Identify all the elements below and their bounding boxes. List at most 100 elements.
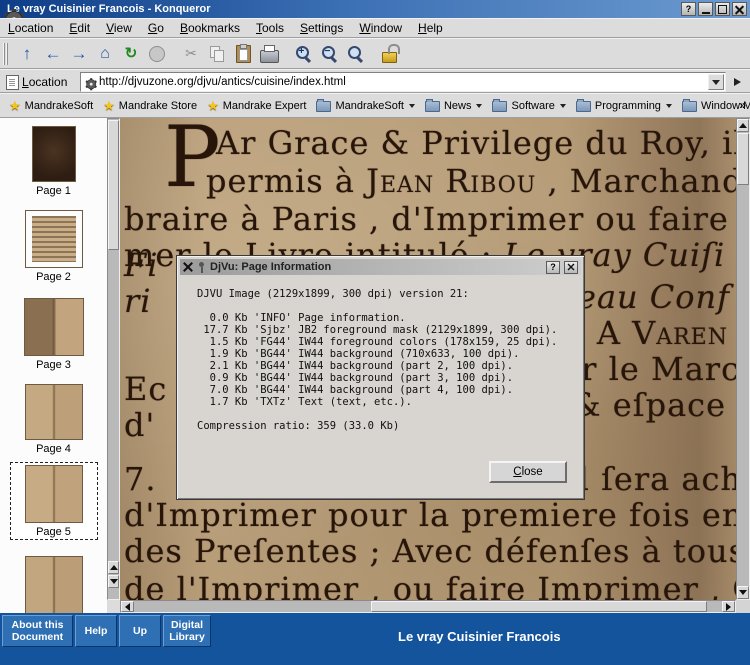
thumbnail-page-2[interactable] bbox=[25, 210, 83, 268]
find-button[interactable] bbox=[342, 41, 368, 67]
back-button[interactable]: ← bbox=[40, 41, 66, 67]
go-button[interactable] bbox=[730, 75, 744, 89]
scrollbar-thumb[interactable] bbox=[108, 120, 119, 250]
window-titlebar[interactable]: Le vray Cuisinier Francois - Konqueror ? bbox=[0, 0, 750, 18]
cut-icon: ✂ bbox=[185, 45, 197, 62]
about-this-document-button[interactable]: About this Document bbox=[2, 615, 73, 647]
dialog-close-button[interactable] bbox=[564, 261, 578, 274]
menu-tools[interactable]: Tools bbox=[248, 19, 292, 37]
scroll-down-button[interactable] bbox=[737, 586, 749, 599]
up-button[interactable]: Up bbox=[119, 615, 161, 647]
print-icon bbox=[260, 50, 279, 63]
thumbnail-label: Page 3 bbox=[36, 359, 71, 371]
scrollbar-corner bbox=[736, 600, 750, 613]
dialog-titlebar[interactable]: DjVu: Page Information ? bbox=[180, 259, 581, 275]
close-button[interactable] bbox=[732, 2, 747, 16]
info-line bbox=[197, 300, 576, 312]
thumbnail-page-1[interactable] bbox=[32, 126, 76, 182]
location-icon bbox=[6, 75, 19, 90]
maximize-button[interactable] bbox=[715, 2, 730, 16]
paste-icon bbox=[236, 45, 251, 63]
info-line: 0.9 Kb 'BG44' IW44 background (part 3, 1… bbox=[197, 372, 576, 384]
security-button[interactable] bbox=[376, 41, 402, 67]
home-icon: ⌂ bbox=[100, 46, 110, 62]
toolbar-drag-handle[interactable] bbox=[3, 43, 9, 65]
thumbnail-pane: Page 1 Page 2 Page 3 Page 4 Page 5 bbox=[0, 118, 107, 613]
forward-icon: → bbox=[71, 45, 88, 62]
folder-icon bbox=[316, 101, 331, 112]
scrollbar-thumb[interactable] bbox=[371, 601, 707, 612]
bookmark-folder-software[interactable]: Software bbox=[487, 97, 570, 114]
menubar: Location Edit View Go Bookmarks Tools Se… bbox=[0, 18, 750, 38]
thumbnail-page-5[interactable] bbox=[25, 465, 83, 523]
thumbnail-page-3[interactable] bbox=[24, 298, 84, 356]
bookmark-mandrake-store[interactable]: ★Mandrake Store bbox=[98, 97, 202, 114]
chevron-down-icon bbox=[712, 80, 720, 85]
thumbnail-scrollbar[interactable] bbox=[107, 118, 120, 600]
forward-button[interactable]: → bbox=[66, 41, 92, 67]
scroll-down-button[interactable] bbox=[108, 575, 119, 588]
zoom-in-icon bbox=[295, 45, 312, 62]
location-toolbar: Location bbox=[0, 69, 750, 93]
zoom-in-button[interactable] bbox=[290, 41, 316, 67]
thumbnail-label: Page 2 bbox=[36, 271, 71, 283]
copy-button[interactable] bbox=[204, 41, 230, 67]
folder-icon bbox=[425, 101, 440, 112]
pushpin-icon bbox=[197, 261, 206, 274]
thumbnail-page-4[interactable] bbox=[25, 384, 83, 440]
url-combobox[interactable] bbox=[80, 72, 726, 92]
scrollbar-thumb[interactable] bbox=[737, 133, 749, 185]
zoom-out-button[interactable] bbox=[316, 41, 342, 67]
print-button[interactable] bbox=[256, 41, 282, 67]
info-line: 1.5 Kb 'FG44' IW44 foreground colors (17… bbox=[197, 336, 576, 348]
chevron-down-icon bbox=[560, 104, 566, 108]
up-button[interactable]: ↑ bbox=[14, 41, 40, 67]
vertical-scrollbar[interactable] bbox=[736, 118, 750, 600]
info-line: Compression ratio: 359 (33.0 Kb) bbox=[197, 420, 576, 432]
arrow-left-icon bbox=[125, 603, 130, 611]
menu-location[interactable]: Location bbox=[0, 19, 61, 37]
reload-button[interactable]: ↻ bbox=[118, 41, 144, 67]
thumbnail-cell bbox=[0, 556, 107, 613]
scroll-up-button[interactable] bbox=[737, 119, 749, 132]
menu-settings[interactable]: Settings bbox=[292, 19, 351, 37]
go-arrow-icon bbox=[734, 78, 741, 86]
bookmark-overflow-icon[interactable]: » bbox=[739, 98, 746, 112]
scroll-left-button[interactable] bbox=[121, 601, 134, 612]
menu-bookmarks[interactable]: Bookmarks bbox=[172, 19, 248, 37]
cut-button[interactable]: ✂ bbox=[178, 41, 204, 67]
bookmark-folder-programming[interactable]: Programming bbox=[571, 97, 677, 114]
digital-library-button[interactable]: Digital Library bbox=[163, 615, 211, 647]
info-line: 2.1 Kb 'BG44' IW44 background (part 2, 1… bbox=[197, 360, 576, 372]
home-button[interactable]: ⌂ bbox=[92, 41, 118, 67]
bookmark-mandrake-expert[interactable]: ★Mandrake Expert bbox=[202, 97, 311, 114]
konqueror-window: Le vray Cuisinier Francois - Konqueror ?… bbox=[0, 0, 750, 665]
menu-view[interactable]: View bbox=[98, 19, 140, 37]
dialog-help-button[interactable]: ? bbox=[546, 261, 560, 274]
thumbnail-page-6[interactable] bbox=[25, 556, 83, 613]
book-text-line: permis à Jean Ribou , Marchand bbox=[206, 162, 736, 200]
url-dropdown-button[interactable] bbox=[708, 74, 724, 90]
stop-button[interactable] bbox=[144, 41, 170, 67]
help-button[interactable]: ? bbox=[681, 2, 696, 16]
url-input[interactable] bbox=[96, 75, 708, 89]
help-button[interactable]: Help bbox=[75, 615, 117, 647]
menu-edit[interactable]: Edit bbox=[61, 19, 98, 37]
menu-help[interactable]: Help bbox=[410, 19, 451, 37]
scroll-right-button[interactable] bbox=[722, 601, 735, 612]
bookmark-folder-mandrakesoft[interactable]: MandrakeSoft bbox=[311, 97, 419, 114]
chevron-down-icon bbox=[409, 104, 415, 108]
close-button[interactable]: Close bbox=[489, 461, 567, 483]
menu-window[interactable]: Window bbox=[351, 19, 410, 37]
back-icon: ← bbox=[45, 45, 62, 62]
minimize-button[interactable] bbox=[698, 2, 713, 16]
horizontal-scrollbar[interactable] bbox=[120, 600, 736, 613]
copy-icon bbox=[210, 46, 225, 62]
minimize-icon bbox=[702, 12, 710, 14]
info-line: 1.7 Kb 'TXTz' Text (text, etc.). bbox=[197, 396, 576, 408]
bookmark-folder-news[interactable]: News bbox=[420, 97, 488, 114]
scroll-up-button[interactable] bbox=[108, 561, 119, 574]
menu-go[interactable]: Go bbox=[140, 19, 172, 37]
bookmark-mandrakesoft[interactable]: ★MandrakeSoft bbox=[4, 97, 98, 114]
paste-button[interactable] bbox=[230, 41, 256, 67]
